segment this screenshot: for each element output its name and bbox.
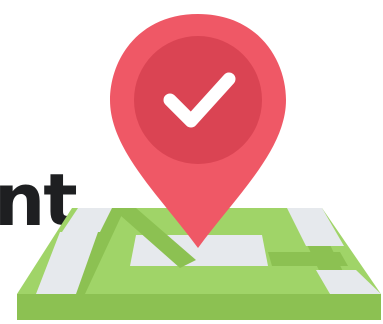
map-location-check-illustration: [17, 14, 381, 320]
illustration-canvas: nt: [0, 0, 383, 324]
